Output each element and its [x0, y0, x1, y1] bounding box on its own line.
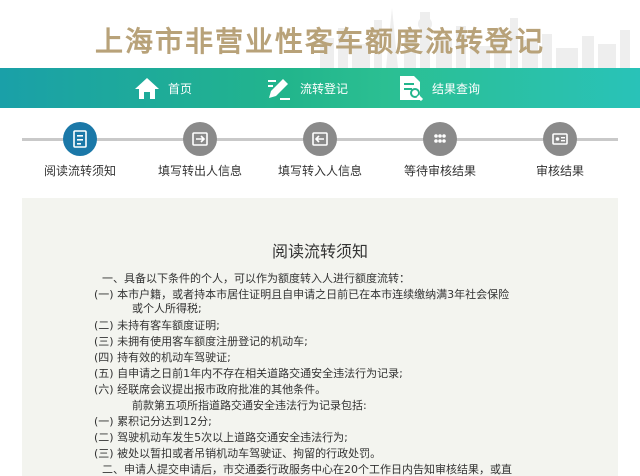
transfer-in-icon — [312, 132, 328, 146]
pen-edit-icon — [268, 79, 290, 100]
notice-title: 阅读流转须知 — [271, 242, 368, 261]
notice-doc-icon — [73, 130, 87, 148]
nav-home[interactable]: 首页 — [134, 68, 192, 108]
notice-line: (四) 持有效的机动车驾驶证; — [94, 351, 231, 364]
nav-transfer-register[interactable]: 流转登记 — [266, 68, 348, 108]
step-circle — [423, 122, 457, 156]
notice-line: 或个人所得税; — [132, 302, 202, 315]
notice-line: (五) 自申请之日前1年内不存在相关道路交通安全违法行为记录; — [94, 367, 403, 380]
step-circle — [183, 122, 217, 156]
step-label: 填写转入人信息 — [277, 164, 362, 178]
notice-line: (三) 被处以暂扣或者吊销机动车驾驶证、拘留的行政处罚。 — [94, 447, 382, 460]
step-transfer-out[interactable]: 填写转出人信息 — [140, 122, 260, 179]
transfer-out-icon — [192, 132, 208, 146]
notice-line: (一) 本市户籍，或者持本市居住证明且自申请之日前已在本市连续缴纳满3年社会保险 — [94, 288, 510, 301]
notice-line: 前款第五项所指道路交通安全违法行为记录包括: — [132, 399, 367, 412]
main-nav: 首页 流转登记 结果查询 — [0, 68, 640, 108]
nav-result-query[interactable]: 结果查询 — [398, 68, 480, 108]
notice-panel: 阅读流转须知 一、具备以下条件的个人，可以作为额度转入人进行额度流转： (一) … — [22, 198, 618, 476]
notice-line: (三) 未拥有使用客车额度注册登记的机动车; — [94, 335, 308, 348]
step-label: 等待审核结果 — [403, 164, 476, 178]
notice-line: (二) 驾驶机动车发生5次以上道路交通安全违法行为; — [94, 431, 348, 444]
notice-line: (六) 经联席会议提出报市政府批准的其他条件。 — [94, 383, 327, 396]
notice-line: (一) 累积记分达到12分; — [94, 415, 212, 428]
page-title: 上海市非营业性客车额度流转登记 — [94, 25, 545, 58]
home-icon — [135, 78, 159, 99]
step-circle — [543, 122, 577, 156]
notice-line: 二、申请人提交申请后，市交通委行政服务中心在20个工作日内告知审核结果，或直 — [102, 463, 512, 476]
step-label: 阅读流转须知 — [43, 164, 116, 178]
step-read-notice[interactable]: 阅读流转须知 — [20, 122, 140, 179]
nav-home-label: 首页 — [168, 81, 193, 96]
step-circle — [63, 122, 97, 156]
notice-line: (二) 未持有客车额度证明; — [94, 319, 220, 332]
step-review-result[interactable]: 审核结果 — [500, 122, 620, 179]
step-circle — [303, 122, 337, 156]
progress-steps: 阅读流转须知 填写转出人信息 填写转入人信息 等待审核结果 审核结果 — [0, 108, 640, 180]
step-label: 审核结果 — [535, 164, 584, 178]
notice-line: 一、具备以下条件的个人，可以作为额度转入人进行额度流转： — [102, 272, 410, 285]
id-card-icon — [552, 133, 568, 145]
step-transfer-in[interactable]: 填写转入人信息 — [260, 122, 380, 179]
document-search-icon — [400, 76, 424, 101]
nav-transfer-register-label: 流转登记 — [300, 81, 349, 96]
step-wait-review[interactable]: 等待审核结果 — [380, 122, 500, 179]
more-dots-icon — [434, 134, 446, 143]
step-label: 填写转出人信息 — [157, 164, 242, 178]
header: 上海市非营业性客车额度流转登记 — [0, 0, 640, 68]
nav-result-query-label: 结果查询 — [432, 81, 481, 96]
